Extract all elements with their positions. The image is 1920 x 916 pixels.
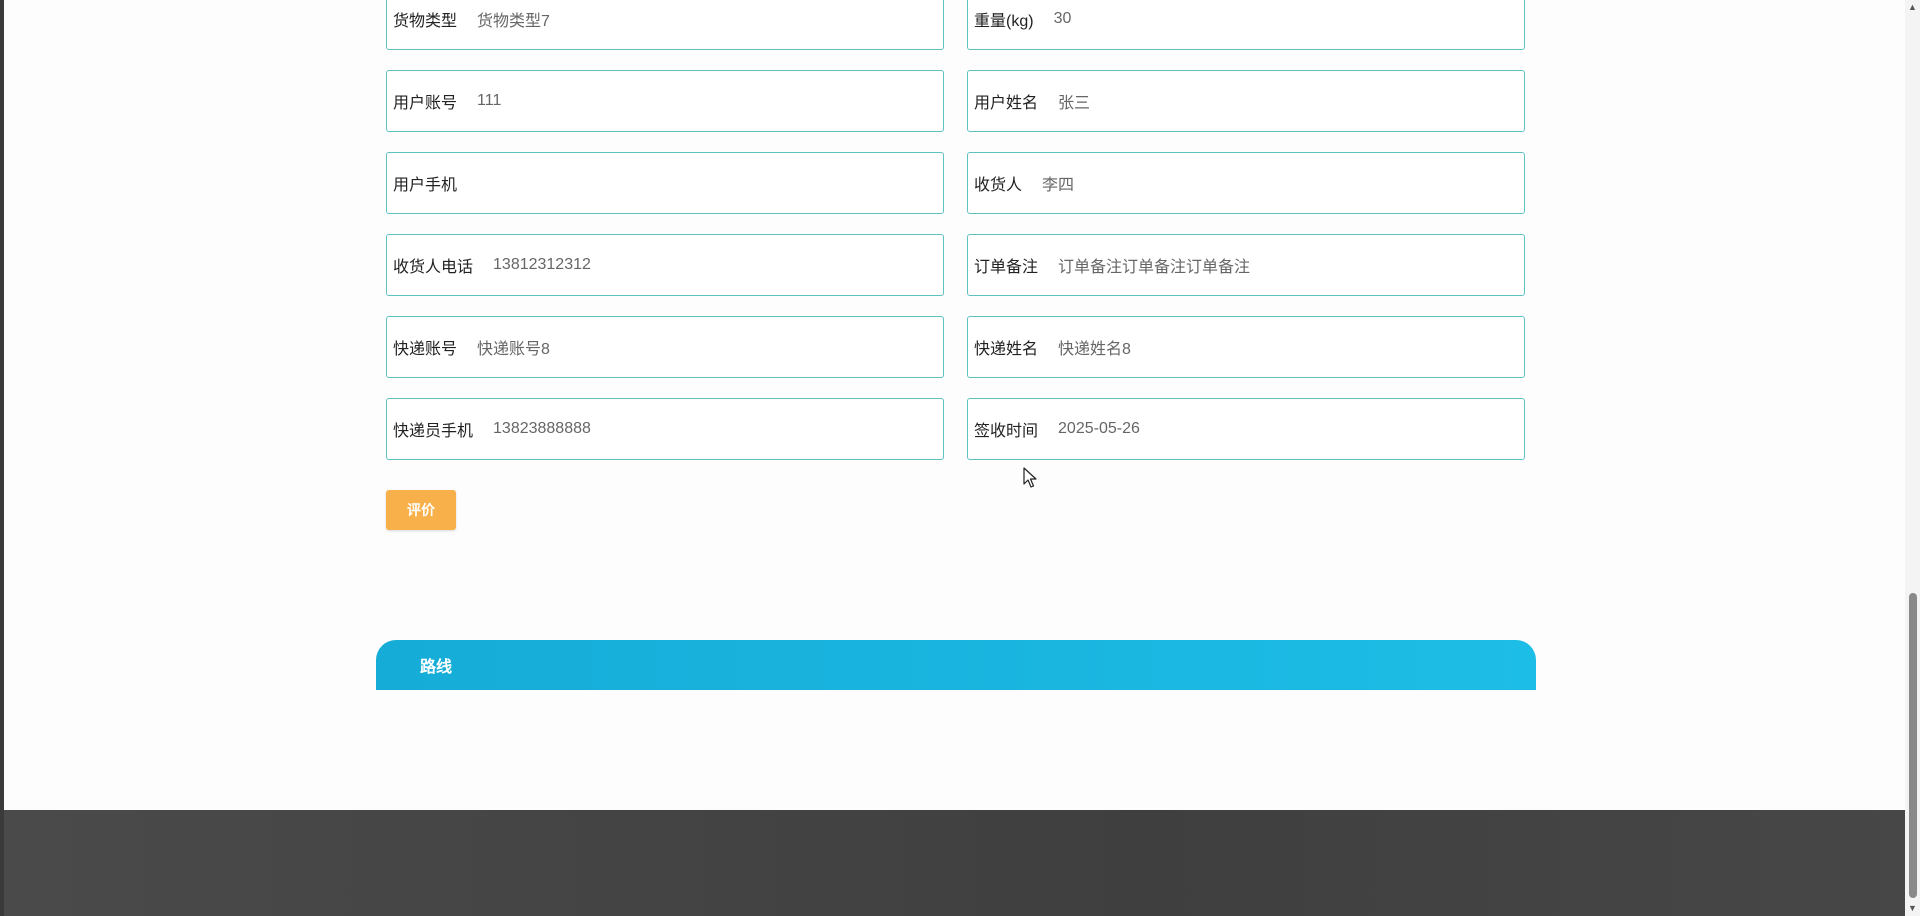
scroll-up-arrow-icon[interactable]: ▲ xyxy=(1905,0,1920,15)
field-goods-type[interactable]: 货物类型 货物类型7 xyxy=(386,0,944,50)
field-user-name[interactable]: 用户姓名 张三 xyxy=(967,70,1525,132)
field-value: 2025-05-26 xyxy=(1058,420,1140,437)
field-label: 收货人 xyxy=(974,177,1023,194)
page-content: 货物类型 货物类型7 重量(kg) 30 用户账号 111 用户姓名 张三 用户… xyxy=(0,0,1905,916)
field-value: 快递姓名8 xyxy=(1058,341,1131,358)
field-label: 货物类型 xyxy=(393,13,458,30)
field-label: 用户手机 xyxy=(393,177,458,194)
field-receiver[interactable]: 收货人 李四 xyxy=(967,152,1525,214)
field-value: 货物类型7 xyxy=(477,13,550,30)
field-value: 13812312312 xyxy=(493,256,591,273)
scroll-down-arrow-icon[interactable]: ▼ xyxy=(1905,901,1920,916)
route-title: 路线 xyxy=(420,659,453,676)
field-user-account[interactable]: 用户账号 111 xyxy=(386,70,944,132)
vertical-scrollbar[interactable]: ▲ ▼ xyxy=(1905,0,1920,916)
field-label: 快递员手机 xyxy=(393,423,474,440)
field-value: 订单备注订单备注订单备注 xyxy=(1058,259,1251,276)
field-courier-name[interactable]: 快递姓名 快递姓名8 xyxy=(967,316,1525,378)
field-label: 快递账号 xyxy=(393,341,458,358)
field-value: 13823888888 xyxy=(493,420,591,437)
field-label: 订单备注 xyxy=(974,259,1039,276)
scrollbar-thumb[interactable] xyxy=(1909,593,1917,898)
field-label: 快递姓名 xyxy=(974,341,1039,358)
field-value: 李四 xyxy=(1042,177,1075,194)
field-label: 签收时间 xyxy=(974,423,1039,440)
field-value: 111 xyxy=(477,92,502,109)
field-label: 重量(kg) xyxy=(974,13,1034,30)
field-label: 用户姓名 xyxy=(974,95,1039,112)
field-value: 张三 xyxy=(1058,95,1091,112)
field-courier-phone[interactable]: 快递员手机 13823888888 xyxy=(386,398,944,460)
field-label: 用户账号 xyxy=(393,95,458,112)
field-value: 30 xyxy=(1053,10,1072,27)
field-label: 收货人电话 xyxy=(393,259,474,276)
field-order-remark[interactable]: 订单备注 订单备注订单备注订单备注 xyxy=(967,234,1525,296)
field-courier-account[interactable]: 快递账号 快递账号8 xyxy=(386,316,944,378)
rate-button[interactable]: 评价 xyxy=(386,490,456,530)
field-sign-time[interactable]: 签收时间 2025-05-26 xyxy=(967,398,1525,460)
field-receiver-phone[interactable]: 收货人电话 13812312312 xyxy=(386,234,944,296)
page-footer xyxy=(4,810,1909,916)
mouse-pointer-icon xyxy=(1023,467,1037,488)
field-value: 快递账号8 xyxy=(477,341,550,358)
field-weight[interactable]: 重量(kg) 30 xyxy=(967,0,1525,50)
field-user-phone[interactable]: 用户手机 xyxy=(386,152,944,214)
route-section-header: 路线 xyxy=(376,640,1536,690)
